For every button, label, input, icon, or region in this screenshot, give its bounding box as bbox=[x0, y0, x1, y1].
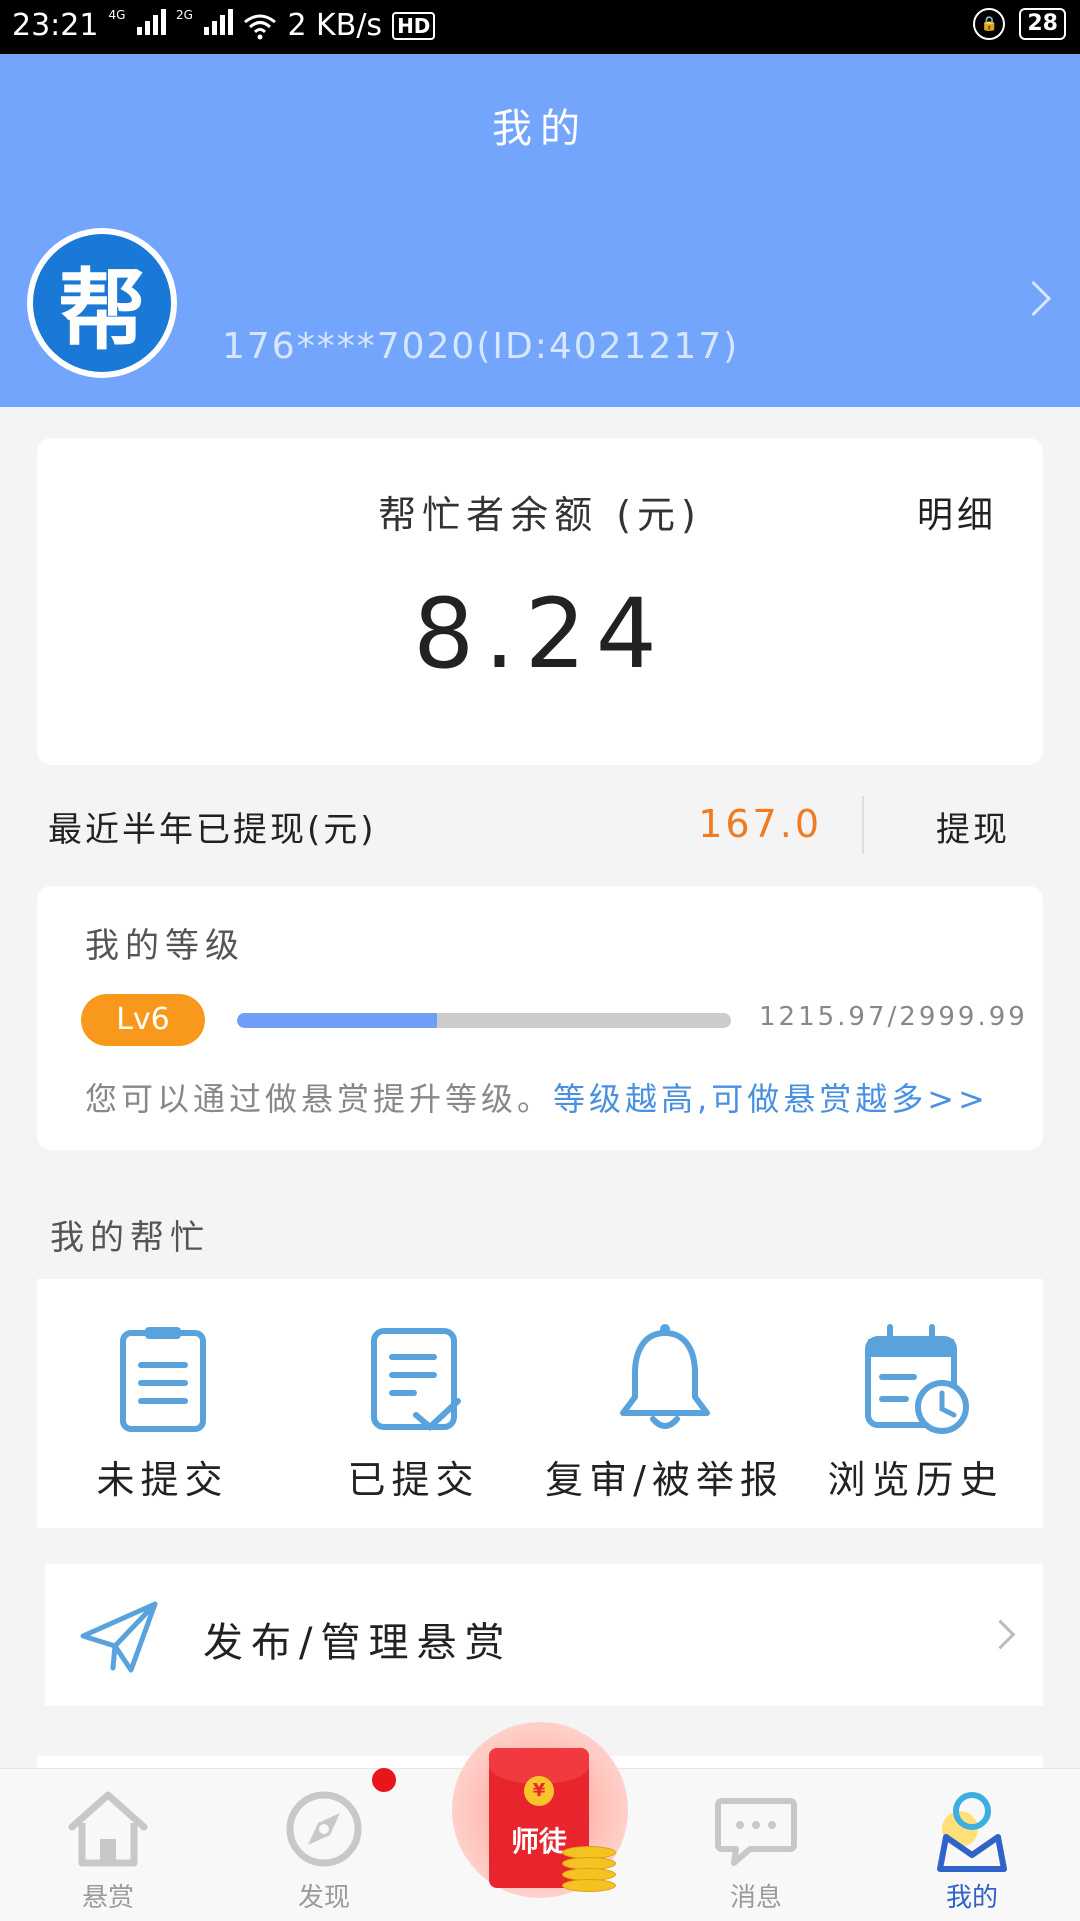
balance-detail-button[interactable]: 明细 bbox=[917, 486, 997, 538]
status-time: 23:21 bbox=[12, 8, 99, 43]
status-bar: 23:21 4G 2G 2 KB/s HD 🔒 28 bbox=[0, 0, 1080, 54]
divider bbox=[862, 796, 864, 854]
discover-icon bbox=[286, 1791, 362, 1867]
avatar-logo: 帮 bbox=[33, 234, 171, 372]
nav-label: 消息 bbox=[729, 1883, 782, 1913]
level-tip-text: 您可以通过做悬赏提升等级。 bbox=[85, 1080, 554, 1118]
coin-stack-icon bbox=[562, 1846, 616, 1892]
document-check-icon bbox=[370, 1328, 461, 1432]
level-progress-fill bbox=[237, 1013, 438, 1028]
level-progress-bar bbox=[237, 1013, 731, 1028]
calendar-clock-icon bbox=[864, 1324, 969, 1434]
withdrawn-value: 167.0 bbox=[698, 802, 822, 846]
balance-card: 帮忙者余额 (元) 明细 8.24 bbox=[37, 438, 1043, 765]
nav-label: 我的 bbox=[945, 1883, 998, 1913]
withdraw-row: 最近半年已提现(元) 167.0 提现 bbox=[0, 790, 1080, 860]
signal-icon-4g: 4G bbox=[108, 8, 166, 43]
message-icon bbox=[715, 1798, 797, 1866]
rotation-lock-icon: 🔒 bbox=[973, 8, 1006, 40]
my-help-grid: 未提交 已提交 复审/被举报 浏览历史 bbox=[37, 1279, 1043, 1528]
withdraw-button[interactable]: 提现 bbox=[936, 802, 1010, 851]
balance-amount: 8.24 bbox=[413, 578, 667, 690]
help-item-history[interactable]: 浏览历史 bbox=[790, 1279, 1041, 1528]
my-help-title: 我的帮忙 bbox=[50, 1218, 210, 1258]
network-type-label-2: 2G bbox=[175, 8, 193, 22]
profile-icon bbox=[937, 1792, 1007, 1872]
notification-dot bbox=[372, 1768, 396, 1792]
battery-icon: 28 bbox=[1019, 8, 1066, 40]
nav-label: 发现 bbox=[297, 1883, 350, 1913]
paper-plane-icon bbox=[80, 1601, 158, 1673]
level-badge: Lv6 bbox=[81, 994, 205, 1046]
wifi-icon bbox=[244, 14, 277, 39]
signal-icon-2g: 2G bbox=[175, 8, 234, 43]
chevron-right-icon bbox=[985, 1619, 1016, 1650]
level-progress-value: 1215.97/2999.99 bbox=[759, 1002, 1028, 1032]
nav-item-messages[interactable]: 消息 bbox=[648, 1769, 864, 1921]
help-item-unsubmitted[interactable]: 未提交 bbox=[37, 1279, 288, 1528]
avatar[interactable]: 帮 bbox=[27, 228, 177, 378]
nav-label: 悬赏 bbox=[81, 1883, 134, 1913]
help-item-label: 复审/被举报 bbox=[545, 1458, 784, 1502]
hd-icon: HD bbox=[392, 11, 436, 40]
level-tip: 您可以通过做悬赏提升等级。等级越高,可做悬赏越多>> bbox=[85, 1074, 989, 1120]
level-tip-link[interactable]: 等级越高,可做悬赏越多>> bbox=[553, 1080, 989, 1118]
withdrawn-label: 最近半年已提现(元) bbox=[48, 810, 377, 850]
clipboard-icon bbox=[119, 1327, 206, 1432]
level-title: 我的等级 bbox=[85, 926, 245, 966]
nav-item-discover[interactable]: 发现 bbox=[216, 1769, 432, 1921]
level-card: 我的等级 Lv6 1215.97/2999.99 您可以通过做悬赏提升等级。等级… bbox=[37, 886, 1043, 1150]
bell-icon bbox=[619, 1324, 710, 1429]
user-id: 176****7020(ID:4021217) bbox=[222, 326, 740, 367]
help-item-label: 未提交 bbox=[96, 1458, 229, 1502]
page-title: 我的 bbox=[492, 106, 588, 152]
help-item-label: 浏览历史 bbox=[827, 1458, 1004, 1502]
help-item-submitted[interactable]: 已提交 bbox=[288, 1279, 539, 1528]
nav-item-mine[interactable]: 我的 bbox=[864, 1769, 1080, 1921]
help-item-review-reported[interactable]: 复审/被举报 bbox=[539, 1279, 790, 1528]
home-icon bbox=[68, 1791, 148, 1867]
balance-label: 帮忙者余额 (元) bbox=[378, 493, 702, 537]
network-speed: 2 KB/s bbox=[287, 8, 383, 43]
publish-manage-label: 发布/管理悬赏 bbox=[203, 1620, 513, 1666]
network-type-label: 4G bbox=[108, 8, 126, 22]
nav-item-bounty[interactable]: 悬赏 bbox=[0, 1769, 216, 1921]
profile-header[interactable]: 我的 帮 176****7020(ID:4021217) bbox=[0, 54, 1080, 407]
help-item-label: 已提交 bbox=[347, 1458, 480, 1502]
yuan-coin-icon: ¥ bbox=[524, 1776, 554, 1806]
publish-manage-row[interactable]: 发布/管理悬赏 bbox=[45, 1564, 1043, 1706]
chevron-right-icon[interactable] bbox=[1015, 280, 1052, 317]
